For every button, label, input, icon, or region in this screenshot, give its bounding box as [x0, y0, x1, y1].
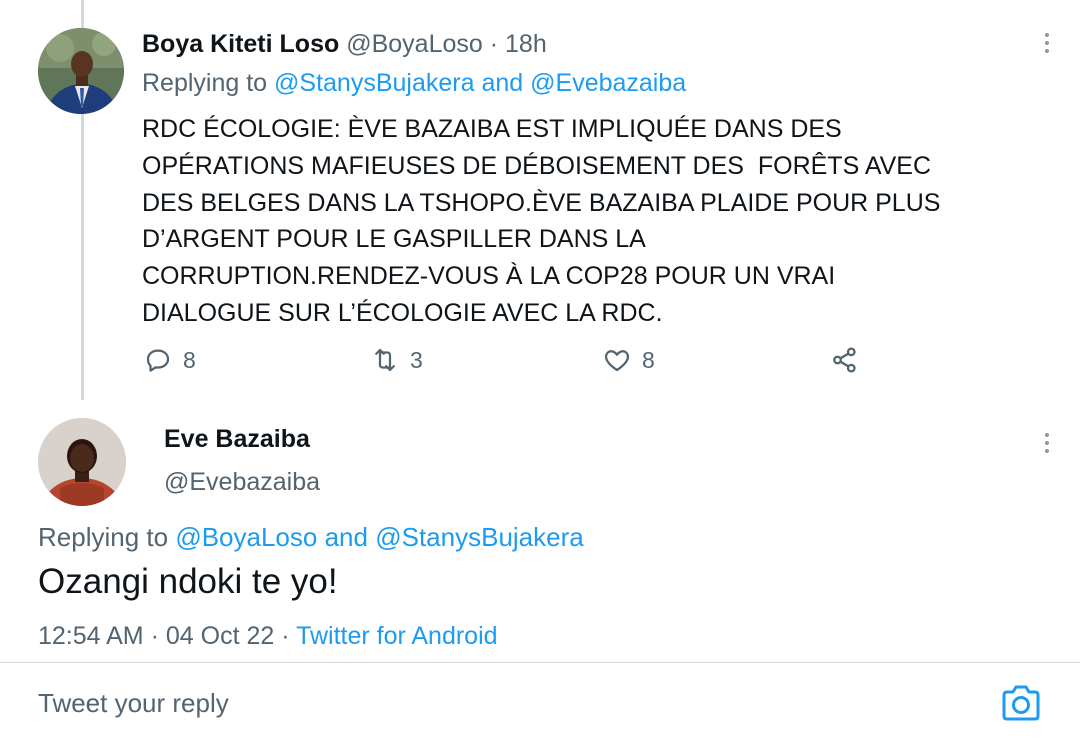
- mention-link[interactable]: @StanysBujakera: [375, 522, 584, 552]
- tweet1-author-handle[interactable]: @BoyaLoso: [346, 30, 483, 58]
- tweet1-body-line: DES BELGES DANS LA TSHOPO.ÈVE BAZAIBA PL…: [142, 188, 941, 217]
- tweet2-text: Ozangi ndoki te yo!: [38, 562, 338, 601]
- avatar-boya-loso[interactable]: [38, 28, 124, 114]
- tweet2-replying-to: Replying to @BoyaLoso and @StanysBujaker…: [38, 522, 584, 553]
- mention-link[interactable]: @StanysBujakera: [274, 69, 474, 97]
- tweet2-author-handle[interactable]: @Evebazaiba: [164, 468, 320, 497]
- like-button[interactable]: 8: [602, 340, 655, 380]
- tweet1-body-line: CORRUPTION.RENDEZ-VOUS À LA COP28 POUR U…: [142, 262, 836, 291]
- avatar-eve-bazaiba[interactable]: [38, 418, 126, 506]
- like-count: 8: [642, 346, 655, 373]
- mention-link[interactable]: @BoyaLoso: [175, 522, 317, 552]
- share-button[interactable]: [830, 340, 860, 380]
- tweet1-body: RDC ÉCOLOGIE: ÈVE BAZAIBA EST IMPLIQUÉE …: [142, 111, 1042, 332]
- tweet1-replying-to: Replying to @StanysBujakera and @Evebaza…: [142, 69, 686, 98]
- meta-separator: ·: [281, 622, 290, 650]
- reply-input[interactable]: Tweet your reply: [38, 688, 229, 719]
- retweet-button[interactable]: 3: [370, 340, 423, 380]
- tweet1-body-line: RDC ÉCOLOGIE: ÈVE BAZAIBA EST IMPLIQUÉE …: [142, 115, 842, 143]
- replying-and: and: [481, 69, 524, 97]
- share-icon: [833, 347, 856, 373]
- retweet-icon: [375, 348, 395, 372]
- tweet2-meta: 12:54 AM · 04 Oct 22 · Twitter for Andro…: [38, 622, 498, 651]
- tweet1-separator: ·: [489, 30, 499, 58]
- replying-and: and: [324, 522, 368, 552]
- replying-prefix: Replying to: [142, 69, 268, 97]
- tweet2-date[interactable]: 04 Oct 22: [166, 622, 274, 650]
- reply-count: 8: [183, 346, 196, 373]
- mention-link[interactable]: @Evebazaiba: [530, 69, 686, 97]
- camera-icon[interactable]: [1000, 684, 1042, 722]
- tweet2-time[interactable]: 12:54 AM: [38, 622, 144, 650]
- replying-prefix: Replying to: [38, 522, 169, 552]
- meta-separator: ·: [150, 622, 159, 650]
- tweet1-author-name[interactable]: Boya Kiteti Loso: [142, 30, 339, 58]
- tweet1-time[interactable]: 18h: [505, 30, 547, 58]
- tweet2-source[interactable]: Twitter for Android: [296, 622, 497, 650]
- tweet1-body-line: DIALOGUE SUR L’ÉCOLOGIE AVEC LA RDC.: [142, 298, 663, 327]
- heart-icon: [604, 350, 630, 372]
- tweet1-body-line: OPÉRATIONS MAFIEUSES DE DÉBOISEMENT DES …: [142, 151, 932, 180]
- avatar-portrait-icon: [38, 28, 124, 114]
- tweet1-body-line: D’ARGENT POUR LE GASPILLER DANS LA: [142, 225, 646, 254]
- tweet2-author-name[interactable]: Eve Bazaiba: [164, 425, 310, 454]
- retweet-count: 3: [410, 346, 423, 373]
- reply-button[interactable]: 8: [143, 340, 196, 380]
- tweet1-header: Boya Kiteti Loso @BoyaLoso · 18h: [142, 30, 547, 59]
- divider: [0, 662, 1080, 663]
- tweet2-more-icon[interactable]: [1037, 430, 1057, 456]
- tweet1-more-icon[interactable]: [1037, 30, 1057, 56]
- comment-icon: [146, 349, 170, 372]
- avatar-portrait-icon: [38, 418, 126, 506]
